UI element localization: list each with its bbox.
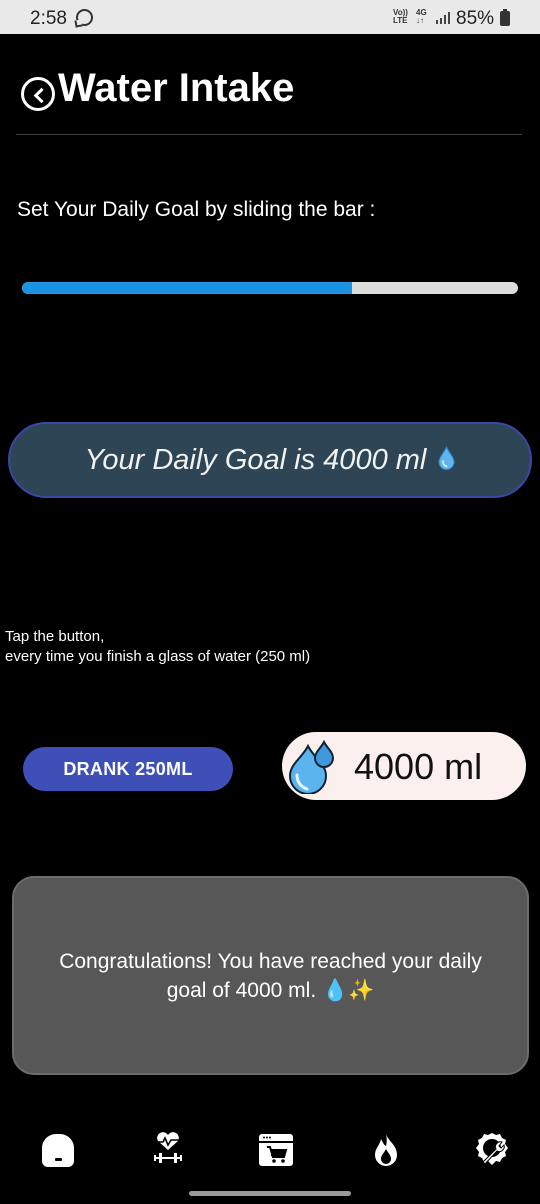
battery-icon xyxy=(500,9,510,26)
goal-slider-fill xyxy=(22,282,352,294)
nav-fire-icon[interactable] xyxy=(366,1130,406,1170)
header-divider xyxy=(16,134,522,135)
signal-strength-icon xyxy=(436,12,452,24)
gesture-navigation-bar[interactable] xyxy=(189,1191,351,1196)
network-4g-indicator: 4G ↓↑ xyxy=(416,8,427,25)
battery-percentage: 85% xyxy=(456,8,495,29)
goal-slider[interactable] xyxy=(22,282,518,294)
congratulations-message: Congratulations! You have reached your d… xyxy=(59,949,482,1002)
nav-home-icon[interactable] xyxy=(40,1130,80,1170)
page-title: Water Intake xyxy=(58,66,295,110)
water-drops-icon xyxy=(288,739,335,794)
goal-instruction: Set Your Daily Goal by sliding the bar : xyxy=(17,198,376,221)
volte-indicator: Vo)) LTE xyxy=(393,8,408,25)
nav-shop-icon[interactable] xyxy=(256,1130,296,1170)
nav-fitness-icon[interactable] xyxy=(148,1130,188,1170)
water-drop-icon xyxy=(438,445,455,470)
nav-tools-icon[interactable] xyxy=(472,1130,512,1170)
tap-instruction-line1: Tap the button, xyxy=(5,628,105,645)
tap-instruction: Tap the button, every time you finish a … xyxy=(5,627,310,667)
whatsapp-notification-icon xyxy=(76,9,93,26)
water-counter: 4000 ml xyxy=(282,732,526,800)
status-time: 2:58 xyxy=(30,8,67,29)
drank-250ml-button[interactable]: DRANK 250ML xyxy=(23,747,233,791)
daily-goal-display: Your Daily Goal is 4000 ml xyxy=(8,422,532,498)
tap-instruction-line2: every time you finish a glass of water (… xyxy=(5,648,311,665)
status-bar: 2:58 Vo)) LTE 4G ↓↑ 85% xyxy=(0,0,540,34)
back-button-icon[interactable] xyxy=(21,77,55,111)
daily-goal-text: Your Daily Goal is 4000 ml xyxy=(85,444,456,477)
water-counter-value: 4000 ml xyxy=(354,746,483,787)
congratulations-card: Congratulations! You have reached your d… xyxy=(12,876,529,1075)
